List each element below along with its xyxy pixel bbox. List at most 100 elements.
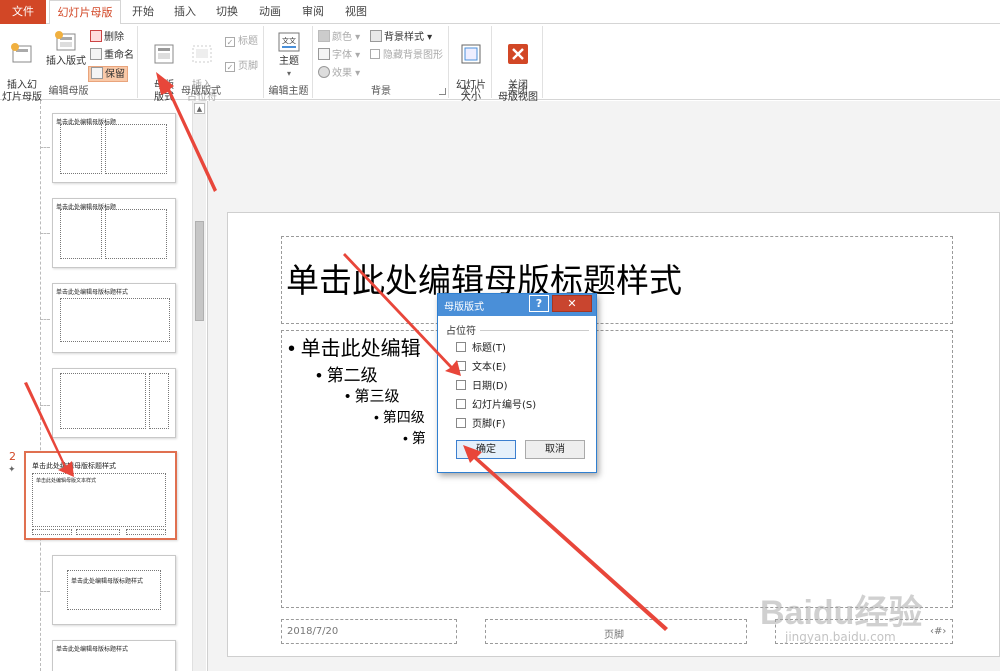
body-level-5-text: 第 [411, 430, 426, 446]
body-level-1-text: 单击此处编辑 [300, 338, 421, 360]
checkbox-slide-number[interactable] [456, 399, 466, 409]
tab-animations[interactable]: 动画 [251, 0, 289, 24]
group-label-edit-theme: 编辑主题 [268, 86, 309, 97]
help-icon[interactable]: ? [529, 295, 549, 312]
bullet: • [374, 409, 379, 425]
title-checkbox-item[interactable]: 标题(T) [456, 342, 506, 356]
group-size: 幻灯片 大小 大小 [450, 26, 492, 103]
checkbox-date[interactable] [456, 380, 466, 390]
colors-button[interactable]: 颜色 ▾ [318, 30, 360, 46]
baidu-watermark-url: jingyan.baidu.com [785, 630, 896, 644]
master-layout-dialog: 母版版式 ? ✕ 占位符 标题(T) 文本(E) 日期(D) 幻灯片编号(S) … [437, 293, 597, 473]
group-close: 关闭 母版视图 关闭 [493, 26, 543, 103]
ribbon: 插入幻 灯片母版 插入版式 删除 重命名 保留 编辑母版 母版 版式 插入 占位… [0, 24, 1000, 103]
group-background: 颜色 ▾ 字体 ▾ 效果 ▾ 背景样式 ▾ 隐藏背景图形 背景 [314, 26, 449, 98]
insert-layout-button[interactable]: 插入版式 [44, 30, 88, 68]
preserve-icon [91, 67, 103, 79]
background-styles-icon [370, 30, 382, 42]
group-label-close: 关闭 [507, 86, 528, 97]
body-level-3: • 第三级 [345, 385, 399, 406]
bullet: • [345, 388, 351, 405]
rename-icon [90, 48, 102, 60]
ok-button[interactable]: 确定 [456, 440, 516, 459]
slide-size-icon [461, 44, 481, 64]
thumbnail-placeholder [60, 209, 102, 259]
themes-dropdown-icon: ▾ [286, 69, 291, 78]
delete-button[interactable]: 删除 [90, 30, 124, 46]
thumbnail-placeholder [60, 124, 102, 174]
tab-home[interactable]: 开始 [124, 0, 162, 24]
thumbnail-title: 单击此处编辑母版标题样式 [56, 646, 129, 653]
tab-file[interactable]: 文件 [0, 0, 46, 24]
checkbox-title[interactable] [456, 342, 466, 352]
slide-thumbnail-selected[interactable]: 单击此处编辑母版标题样式 单击此处编辑母版文本样式 [24, 451, 177, 540]
tree-connector-line [40, 101, 41, 671]
insert-layout-icon [55, 31, 76, 51]
slide-thumbnail[interactable]: 单击此处编辑母版标题 [52, 198, 176, 268]
date-text: 2018/7/20 [287, 626, 339, 637]
date-checkbox-item[interactable]: 日期(D) [456, 380, 508, 394]
thumbnail-scrollbar[interactable]: ▲ [192, 101, 206, 671]
footer-checkbox-label: 页脚 [238, 61, 258, 72]
delete-icon [90, 30, 102, 42]
close-master-view-icon [508, 44, 528, 64]
close-icon[interactable]: ✕ [552, 295, 592, 312]
effects-icon [318, 66, 330, 78]
scroll-up-icon[interactable]: ▲ [194, 103, 205, 114]
title-option-label: 标题(T) [472, 343, 506, 354]
checkbox-text[interactable] [456, 361, 466, 371]
preserve-button[interactable]: 保留 [88, 66, 128, 82]
footer-check-icon: ✓ [225, 62, 235, 72]
cancel-button[interactable]: 取消 [525, 440, 585, 459]
body-level-5: • 第 [403, 428, 426, 448]
group-label-background: 背景 [371, 86, 391, 97]
themes-button[interactable]: 文文 主题 ▾ [271, 30, 307, 80]
hide-bg-graphics-label: 隐藏背景图形 [383, 50, 443, 61]
body-level-4: • 第四级 [374, 407, 425, 427]
footer-checkbox[interactable]: ✓ 页脚 [225, 59, 258, 75]
tab-review[interactable]: 审阅 [294, 0, 332, 24]
fonts-button[interactable]: 字体 ▾ [318, 48, 360, 64]
checkbox-footer[interactable] [456, 418, 466, 428]
title-checkbox-label: 标题 [238, 36, 258, 47]
group-master-layout: 母版 版式 插入 占位符 ✓ 标题 ✓ 页脚 母版版式 [139, 26, 264, 103]
background-styles-button[interactable]: 背景样式 ▾ [370, 30, 432, 46]
footer-text: 页脚 [604, 630, 624, 641]
body-placeholder[interactable] [281, 330, 953, 608]
master-layout-icon [154, 44, 174, 64]
date-option-label: 日期(D) [472, 381, 508, 392]
tab-view[interactable]: 视图 [337, 0, 375, 24]
bullet: • [288, 338, 296, 360]
placeholder-group-label: 占位符 [446, 322, 589, 337]
tree-tick [40, 147, 50, 148]
slide-number-checkbox-item[interactable]: 幻灯片编号(S) [456, 399, 536, 413]
effects-button[interactable]: 效果 ▾ [318, 66, 360, 82]
background-styles-label: 背景样式 [384, 32, 424, 43]
hide-bg-graphics-checkbox[interactable]: 隐藏背景图形 [370, 48, 443, 64]
body-level-4-text: 第四级 [382, 409, 425, 425]
tree-tick [40, 591, 50, 592]
text-checkbox-item[interactable]: 文本(E) [456, 361, 506, 375]
thumbnail-title: 单击此处编辑母版标题样式 [56, 289, 129, 296]
slide-thumbnail[interactable]: 单击此处编辑母版标题样式 [52, 640, 176, 671]
slide-thumbnail[interactable]: 单击此处编辑母版标题 [52, 113, 176, 183]
footer-checkbox-item[interactable]: 页脚(F) [456, 418, 506, 432]
text-option-label: 文本(E) [472, 362, 507, 373]
slide-number: 2 [9, 450, 16, 463]
svg-text:文文: 文文 [282, 36, 296, 45]
colors-label: 颜色 [332, 32, 352, 43]
rename-button[interactable]: 重命名 [90, 48, 134, 64]
insert-layout-label: 插入版式 [46, 56, 86, 67]
slide-thumbnail[interactable]: 单击此处编辑母版标题样式 [52, 283, 176, 353]
themes-label: 主题 [279, 56, 299, 67]
slide-thumbnail[interactable] [52, 368, 176, 438]
title-check-icon: ✓ [225, 37, 235, 47]
tab-insert[interactable]: 插入 [166, 0, 204, 24]
background-dialog-launcher-icon[interactable] [439, 88, 446, 95]
scroll-thumb[interactable] [195, 221, 204, 321]
title-checkbox[interactable]: ✓ 标题 [225, 34, 258, 50]
tab-slide-master[interactable]: 幻灯片母版 [49, 0, 121, 25]
tab-transitions[interactable]: 切换 [208, 0, 246, 24]
slide-thumbnail[interactable]: 单击此处编辑母版标题样式 [52, 555, 176, 625]
footer-option-label: 页脚(F) [472, 419, 506, 430]
